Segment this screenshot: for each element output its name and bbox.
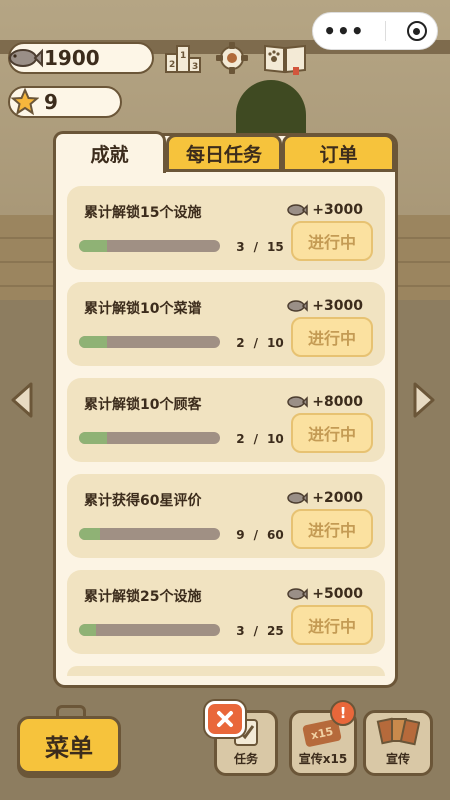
- star-currency-counter: 9: [8, 86, 122, 118]
- achievement-title: 累计解锁10个菜谱: [84, 301, 202, 317]
- in-progress-button[interactable]: 进行中: [291, 605, 373, 645]
- progress-fill: [79, 528, 101, 540]
- reward: +3000: [286, 296, 363, 316]
- fish-icon: [287, 588, 309, 600]
- achievement-title: 累计解锁10个顾客: [84, 397, 202, 413]
- reward: +8000: [286, 392, 363, 412]
- progress-current: 2: [236, 336, 245, 350]
- progress-count: 2 / 10: [230, 336, 290, 350]
- achievement-list[interactable]: 累计解锁15个设施 +3000 3 / 15 进行中 累计解锁10个菜谱 +30…: [67, 186, 385, 676]
- list-item: 累计获得60星评价 +2000 9 / 60 进行中: [67, 474, 385, 558]
- in-progress-button[interactable]: 进行中: [291, 317, 373, 357]
- tab-achievements[interactable]: 成就: [53, 131, 166, 173]
- fish-icon: [287, 396, 309, 408]
- progress-bar: [79, 240, 220, 252]
- close-icon[interactable]: [205, 701, 245, 737]
- progress-bar: [79, 336, 220, 348]
- progress-total: 60: [267, 528, 284, 542]
- achievement-title: 累计解锁25个设施: [84, 589, 202, 605]
- progress-current: 2: [236, 432, 245, 446]
- recipe-book-icon[interactable]: [262, 40, 308, 76]
- progress-total: 10: [267, 432, 284, 446]
- list-item: 累计解锁25个设施 +5000 3 / 25 进行中: [67, 570, 385, 654]
- reward-amount: +3000: [312, 298, 363, 314]
- fish-icon: [287, 300, 309, 312]
- list-item: [67, 666, 385, 676]
- progress-fill: [79, 432, 108, 444]
- target-circle-icon[interactable]: [406, 21, 427, 41]
- progress-count: 3 / 15: [230, 240, 290, 254]
- alert-badge: !: [330, 700, 356, 726]
- progress-count: 3 / 25: [230, 624, 290, 638]
- fish-currency-counter: 1900: [8, 42, 154, 74]
- miniprogram-capsule: •••: [312, 12, 438, 50]
- task-button-label: 任务: [233, 752, 258, 766]
- list-item: 累计解锁15个设施 +3000 3 / 15 进行中: [67, 186, 385, 270]
- progress-current: 3: [236, 240, 245, 254]
- reward-amount: +5000: [312, 586, 363, 602]
- progress-bar: [79, 432, 220, 444]
- progress-fill: [79, 336, 108, 348]
- svg-text:1: 1: [180, 51, 186, 61]
- reward: +5000: [286, 584, 363, 604]
- previous-arrow-icon[interactable]: [9, 381, 35, 419]
- progress-bar: [79, 528, 220, 540]
- progress-separator: /: [253, 624, 259, 638]
- panel-tabs: 成就 每日任务 订单: [53, 131, 398, 173]
- in-progress-button[interactable]: 进行中: [291, 413, 373, 453]
- in-progress-button[interactable]: 进行中: [291, 221, 373, 261]
- progress-separator: /: [253, 528, 259, 542]
- in-progress-button[interactable]: 进行中: [291, 509, 373, 549]
- reward: +2000: [286, 488, 363, 508]
- list-item: 累计解锁10个菜谱 +3000 2 / 10 进行中: [67, 282, 385, 366]
- flyers-icon: [376, 713, 420, 750]
- progress-total: 25: [267, 624, 284, 638]
- progress-bar: [79, 624, 220, 636]
- reward-amount: +3000: [312, 202, 363, 218]
- progress-count: 2 / 10: [230, 432, 290, 446]
- progress-current: 3: [236, 624, 245, 638]
- star-icon: [6, 87, 44, 117]
- progress-separator: /: [253, 336, 259, 350]
- fish-icon: [287, 204, 309, 216]
- progress-current: 9: [236, 528, 245, 542]
- fish-count: 1900: [44, 46, 100, 70]
- fish-icon: [287, 492, 309, 504]
- progress-fill: [79, 624, 96, 636]
- achievement-title: 累计获得60星评价: [84, 493, 202, 509]
- progress-total: 15: [267, 240, 284, 254]
- reward: +3000: [286, 200, 363, 220]
- achievement-title: 累计解锁15个设施: [84, 205, 202, 221]
- menu-button[interactable]: 菜单: [17, 716, 121, 774]
- star-count: 9: [44, 90, 58, 114]
- reward-amount: +8000: [312, 394, 363, 410]
- promote-label: 宣传: [385, 752, 410, 766]
- tab-daily-tasks[interactable]: 每日任务: [166, 134, 282, 172]
- svg-text:3: 3: [192, 62, 198, 72]
- progress-count: 9 / 60: [230, 528, 290, 542]
- next-arrow-icon[interactable]: [411, 381, 437, 419]
- progress-total: 10: [267, 336, 284, 350]
- promote-x15-label: 宣传x15: [298, 752, 348, 766]
- svg-text:2: 2: [169, 60, 175, 70]
- progress-separator: /: [253, 432, 259, 446]
- promote-button[interactable]: 宣传: [363, 710, 433, 776]
- fish-icon: [6, 43, 44, 73]
- list-item: 累计解锁10个顾客 +8000 2 / 10 进行中: [67, 378, 385, 462]
- progress-fill: [79, 240, 108, 252]
- tab-orders[interactable]: 订单: [282, 134, 395, 172]
- capsule-divider: [385, 21, 387, 41]
- ranking-icon[interactable]: 1 2 3: [164, 40, 202, 76]
- more-dots-icon[interactable]: •••: [323, 19, 364, 43]
- reward-amount: +2000: [312, 490, 363, 506]
- settings-gear-icon[interactable]: [213, 40, 251, 76]
- progress-separator: /: [253, 240, 259, 254]
